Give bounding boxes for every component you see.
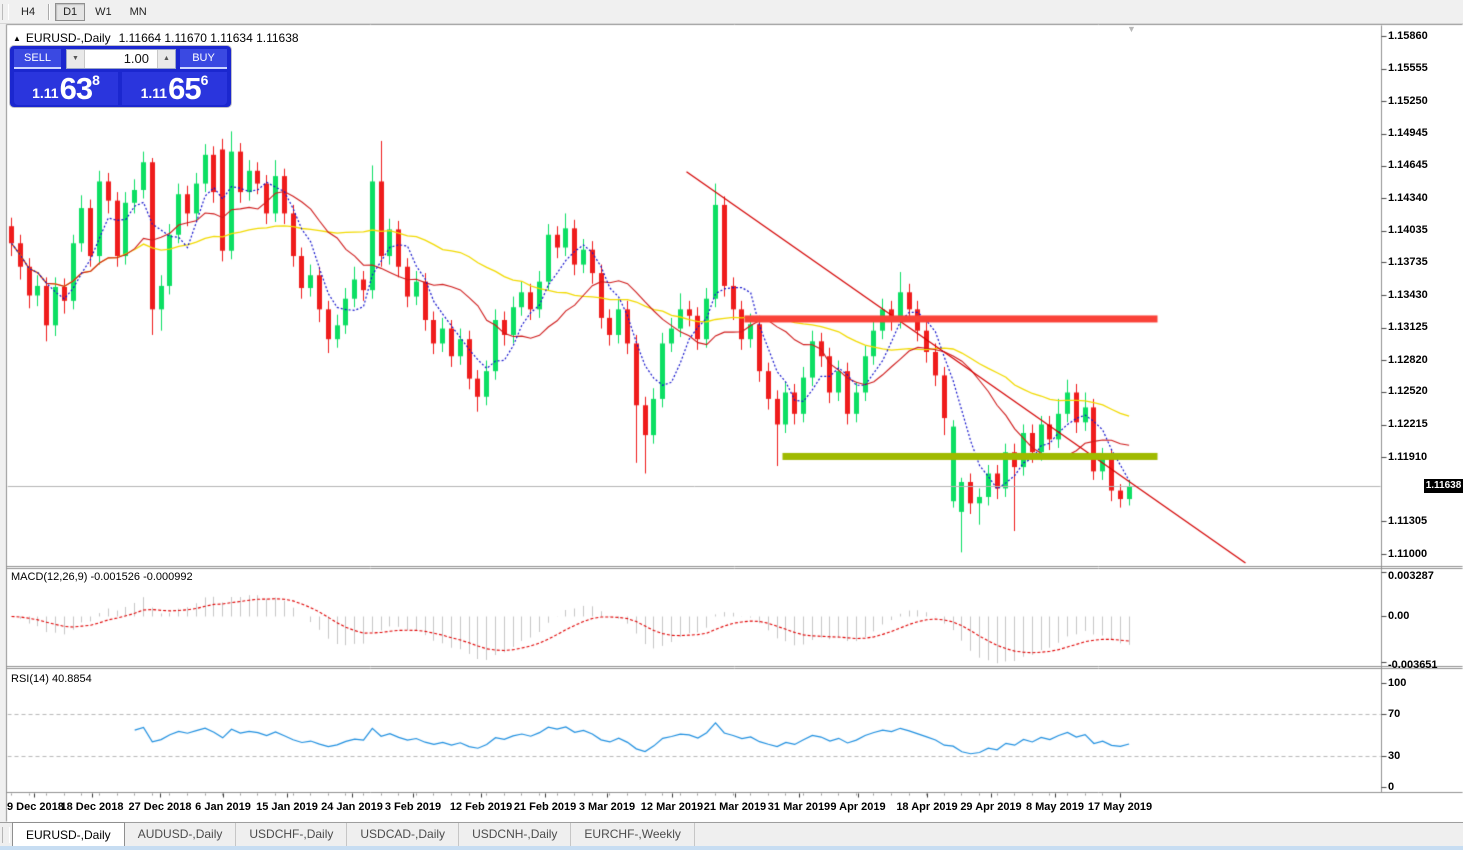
- rsi-axis-label: 70: [1388, 708, 1401, 721]
- symbol-tab-eurchf[interactable]: EURCHF-,Weekly: [571, 823, 695, 847]
- symbol-tab-usdcnh[interactable]: USDCNH-,Daily: [459, 823, 572, 847]
- time-axis-label: 18 Dec 2018: [60, 801, 124, 813]
- timeframe-buttons: H4 D1 W1 MN: [12, 2, 156, 21]
- time-axis-label: 9 Apr 2019: [830, 801, 886, 813]
- time-axis-label: 12 Feb 2019: [449, 801, 513, 813]
- time-axis-label: 3 Feb 2019: [384, 801, 442, 813]
- macd-axis-label: 0.003287: [1388, 570, 1434, 582]
- buy-price-big: 65: [168, 71, 201, 106]
- timeframe-button-mn[interactable]: MN: [122, 3, 155, 21]
- symbol-tab-audusd[interactable]: AUDUSD-,Daily: [125, 823, 237, 847]
- price-axis-label: 1.11910: [1388, 450, 1428, 463]
- current-price-marker: 1.11638: [1424, 478, 1463, 493]
- rsi-axis-label: 100: [1388, 677, 1407, 689]
- time-axis-label: 6 Jan 2019: [195, 801, 251, 813]
- symbol-tab-eurusd[interactable]: EURUSD-,Daily: [12, 822, 125, 847]
- time-axis-label: 15 Jan 2019: [256, 801, 318, 813]
- buy-price-pip: 6: [200, 72, 209, 88]
- time-axis-label: 8 May 2019: [1025, 801, 1085, 813]
- rsi-indicator-label: RSI(14) 40.8854: [11, 673, 92, 685]
- time-axis-label: 3 Mar 2019: [578, 801, 636, 813]
- price-axis-label: 1.12820: [1388, 353, 1428, 366]
- one-click-trading-panel: SELL ▼ 1.00 ▲ BUY 1.11 63 8 1.11 65 6: [10, 46, 231, 107]
- price-axis-label: 1.15250: [1388, 94, 1428, 107]
- volume-increase-button[interactable]: ▲: [157, 50, 175, 68]
- macd-indicator-label: MACD(12,26,9) -0.001526 -0.000992: [11, 571, 193, 583]
- window-bottom-strip: [0, 846, 1463, 850]
- price-axis-label: 1.14340: [1388, 191, 1428, 204]
- time-axis-label: 17 May 2019: [1087, 801, 1153, 813]
- price-axis-label: 1.14035: [1388, 224, 1428, 237]
- toolbar-separator: [48, 3, 51, 20]
- buy-price-box[interactable]: 1.11 65 6: [122, 72, 227, 105]
- macd-axis-label: -0.003651: [1388, 658, 1438, 671]
- chart-ohlc-values: 1.11664 1.11670 1.11634 1.11638: [118, 31, 299, 45]
- mt4-window: H4 D1 W1 MN ▲ EURUSD-,Daily 1.11664 1.11670 1…: [0, 0, 1463, 850]
- trade-panel-top-row: SELL ▼ 1.00 ▲ BUY: [10, 46, 231, 72]
- tab-bar-grip[interactable]: [2, 827, 10, 843]
- buy-price-small: 1.11: [140, 85, 168, 101]
- timeframe-button-w1[interactable]: W1: [87, 3, 120, 21]
- time-axis-label: 29 Apr 2019: [960, 801, 1022, 813]
- scroll-to-end-marker-icon[interactable]: ▼: [1127, 24, 1136, 34]
- time-axis-label: 21 Mar 2019: [703, 801, 767, 813]
- volume-decrease-button[interactable]: ▼: [67, 50, 85, 68]
- volume-stepper: ▼ 1.00 ▲: [66, 49, 176, 69]
- price-axis-label: 1.14945: [1388, 127, 1428, 140]
- price-axis-label: 1.13430: [1388, 288, 1428, 301]
- price-axis-label: 1.11305: [1388, 514, 1428, 527]
- chart-title: ▲ EURUSD-,Daily 1.11664 1.11670 1.11634 1.…: [13, 31, 299, 45]
- sell-price-box[interactable]: 1.11 63 8: [14, 72, 118, 105]
- timeframe-toolbar: H4 D1 W1 MN: [0, 0, 1463, 24]
- price-axis-label: 1.11000: [1388, 547, 1428, 560]
- symbol-tabs: EURUSD-,Daily AUDUSD-,Daily USDCHF-,Daily U…: [12, 822, 695, 847]
- price-axis-label: 1.14645: [1388, 159, 1428, 171]
- price-axis-label: 1.13735: [1388, 255, 1428, 268]
- sell-price-big: 63: [59, 71, 93, 106]
- time-axis-label: 18 Apr 2019: [896, 801, 958, 813]
- volume-value[interactable]: 1.00: [85, 50, 157, 68]
- price-axis-label: 1.12520: [1388, 385, 1428, 398]
- timeframe-button-h4[interactable]: H4: [13, 3, 43, 21]
- macd-axis-label: 0.00: [1388, 610, 1410, 622]
- chart-area-canvas[interactable]: [0, 0, 1463, 850]
- collapse-arrow-icon[interactable]: ▲: [13, 34, 21, 43]
- price-axis-label: 1.15860: [1388, 29, 1428, 42]
- toolbar-grip[interactable]: [2, 3, 9, 20]
- sell-price-pip: 8: [92, 72, 100, 88]
- timeframe-button-d1[interactable]: D1: [55, 2, 86, 21]
- price-axis-label: 1.12215: [1388, 418, 1428, 430]
- price-axis-label: 1.15555: [1388, 62, 1428, 74]
- buy-button[interactable]: BUY: [180, 49, 227, 69]
- chart-symbol-label: EURUSD-,Daily: [25, 31, 111, 45]
- sell-price-small: 1.11: [32, 85, 59, 101]
- sell-button[interactable]: SELL: [14, 49, 61, 69]
- spin-down-icon: ▼: [72, 55, 79, 62]
- rsi-axis-label: 30: [1388, 749, 1401, 762]
- symbol-tab-usdchf[interactable]: USDCHF-,Daily: [236, 823, 348, 847]
- price-axis-label: 1.13125: [1388, 321, 1428, 333]
- symbol-tab-usdcad[interactable]: USDCAD-,Daily: [347, 823, 460, 847]
- symbol-tab-bar: EURUSD-,Daily AUDUSD-,Daily USDCHF-,Daily U…: [0, 822, 1463, 847]
- rsi-axis-label: 0: [1388, 781, 1395, 793]
- spin-up-icon: ▲: [163, 55, 170, 62]
